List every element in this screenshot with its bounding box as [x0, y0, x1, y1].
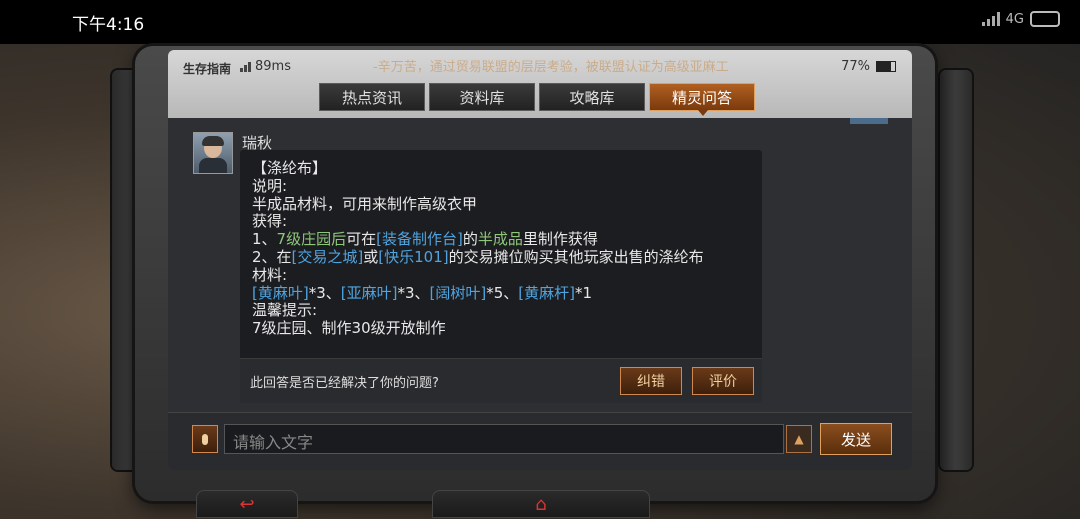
chevron-up-icon[interactable]: ▲	[786, 425, 812, 453]
status-time: 下午4:16	[72, 15, 145, 35]
news-ticker: -辛万苦，通过贸易联盟的层层考验，被联盟认证为高级亚麻工	[373, 60, 729, 75]
rate-button[interactable]: 评价	[692, 367, 754, 395]
game-battery-icon	[876, 61, 896, 72]
tab-bar: 热点资讯 资料库 攻略库 精灵问答	[319, 83, 755, 116]
chat-input[interactable]: 请输入文字	[224, 424, 784, 454]
feedback-question: 此回答是否已经解决了你的问题?	[250, 376, 439, 391]
battery-icon	[1030, 11, 1060, 27]
microphone-icon[interactable]	[192, 425, 218, 453]
battery-percent: 77%	[841, 59, 870, 74]
ping-signal-icon	[240, 61, 251, 72]
feedback-bar: 此回答是否已经解决了你的问题? 纠错 评价	[240, 358, 762, 403]
ping-indicator: 89ms	[240, 59, 291, 74]
input-bar: 请输入文字 ▲ 发送	[168, 412, 912, 470]
tab-hot-news[interactable]: 热点资讯	[319, 83, 425, 111]
home-icon[interactable]: ⌂	[432, 490, 650, 518]
back-arrow-icon[interactable]: ↩	[196, 490, 298, 518]
top-bar: 生存指南 89ms -辛万苦，通过贸易联盟的层层考验，被联盟认证为高级亚麻工 7…	[168, 50, 912, 118]
ping-value: 89ms	[255, 59, 291, 74]
panel-handle	[850, 118, 888, 124]
correct-button[interactable]: 纠错	[620, 367, 682, 395]
network-type: 4G	[1005, 11, 1024, 27]
system-status-bar: 下午4:16 4G	[0, 0, 1080, 44]
tab-spirit-qa[interactable]: 精灵问答	[649, 83, 755, 116]
tab-strategy[interactable]: 攻略库	[539, 83, 645, 111]
tab-database[interactable]: 资料库	[429, 83, 535, 111]
signal-icon	[981, 12, 1000, 26]
answer-text: 【涤纶布】 说明: 半成品材料，可用来制作高级衣甲 获得: 1、7级庄园后可在[…	[252, 159, 704, 338]
avatar	[193, 132, 233, 174]
guide-title: 生存指南	[183, 62, 232, 76]
survival-guide-screen: 生存指南 89ms -辛万苦，通过贸易联盟的层层考验，被联盟认证为高级亚麻工 7…	[168, 50, 912, 470]
device-side-right	[940, 70, 972, 470]
send-button[interactable]: 发送	[820, 423, 892, 455]
